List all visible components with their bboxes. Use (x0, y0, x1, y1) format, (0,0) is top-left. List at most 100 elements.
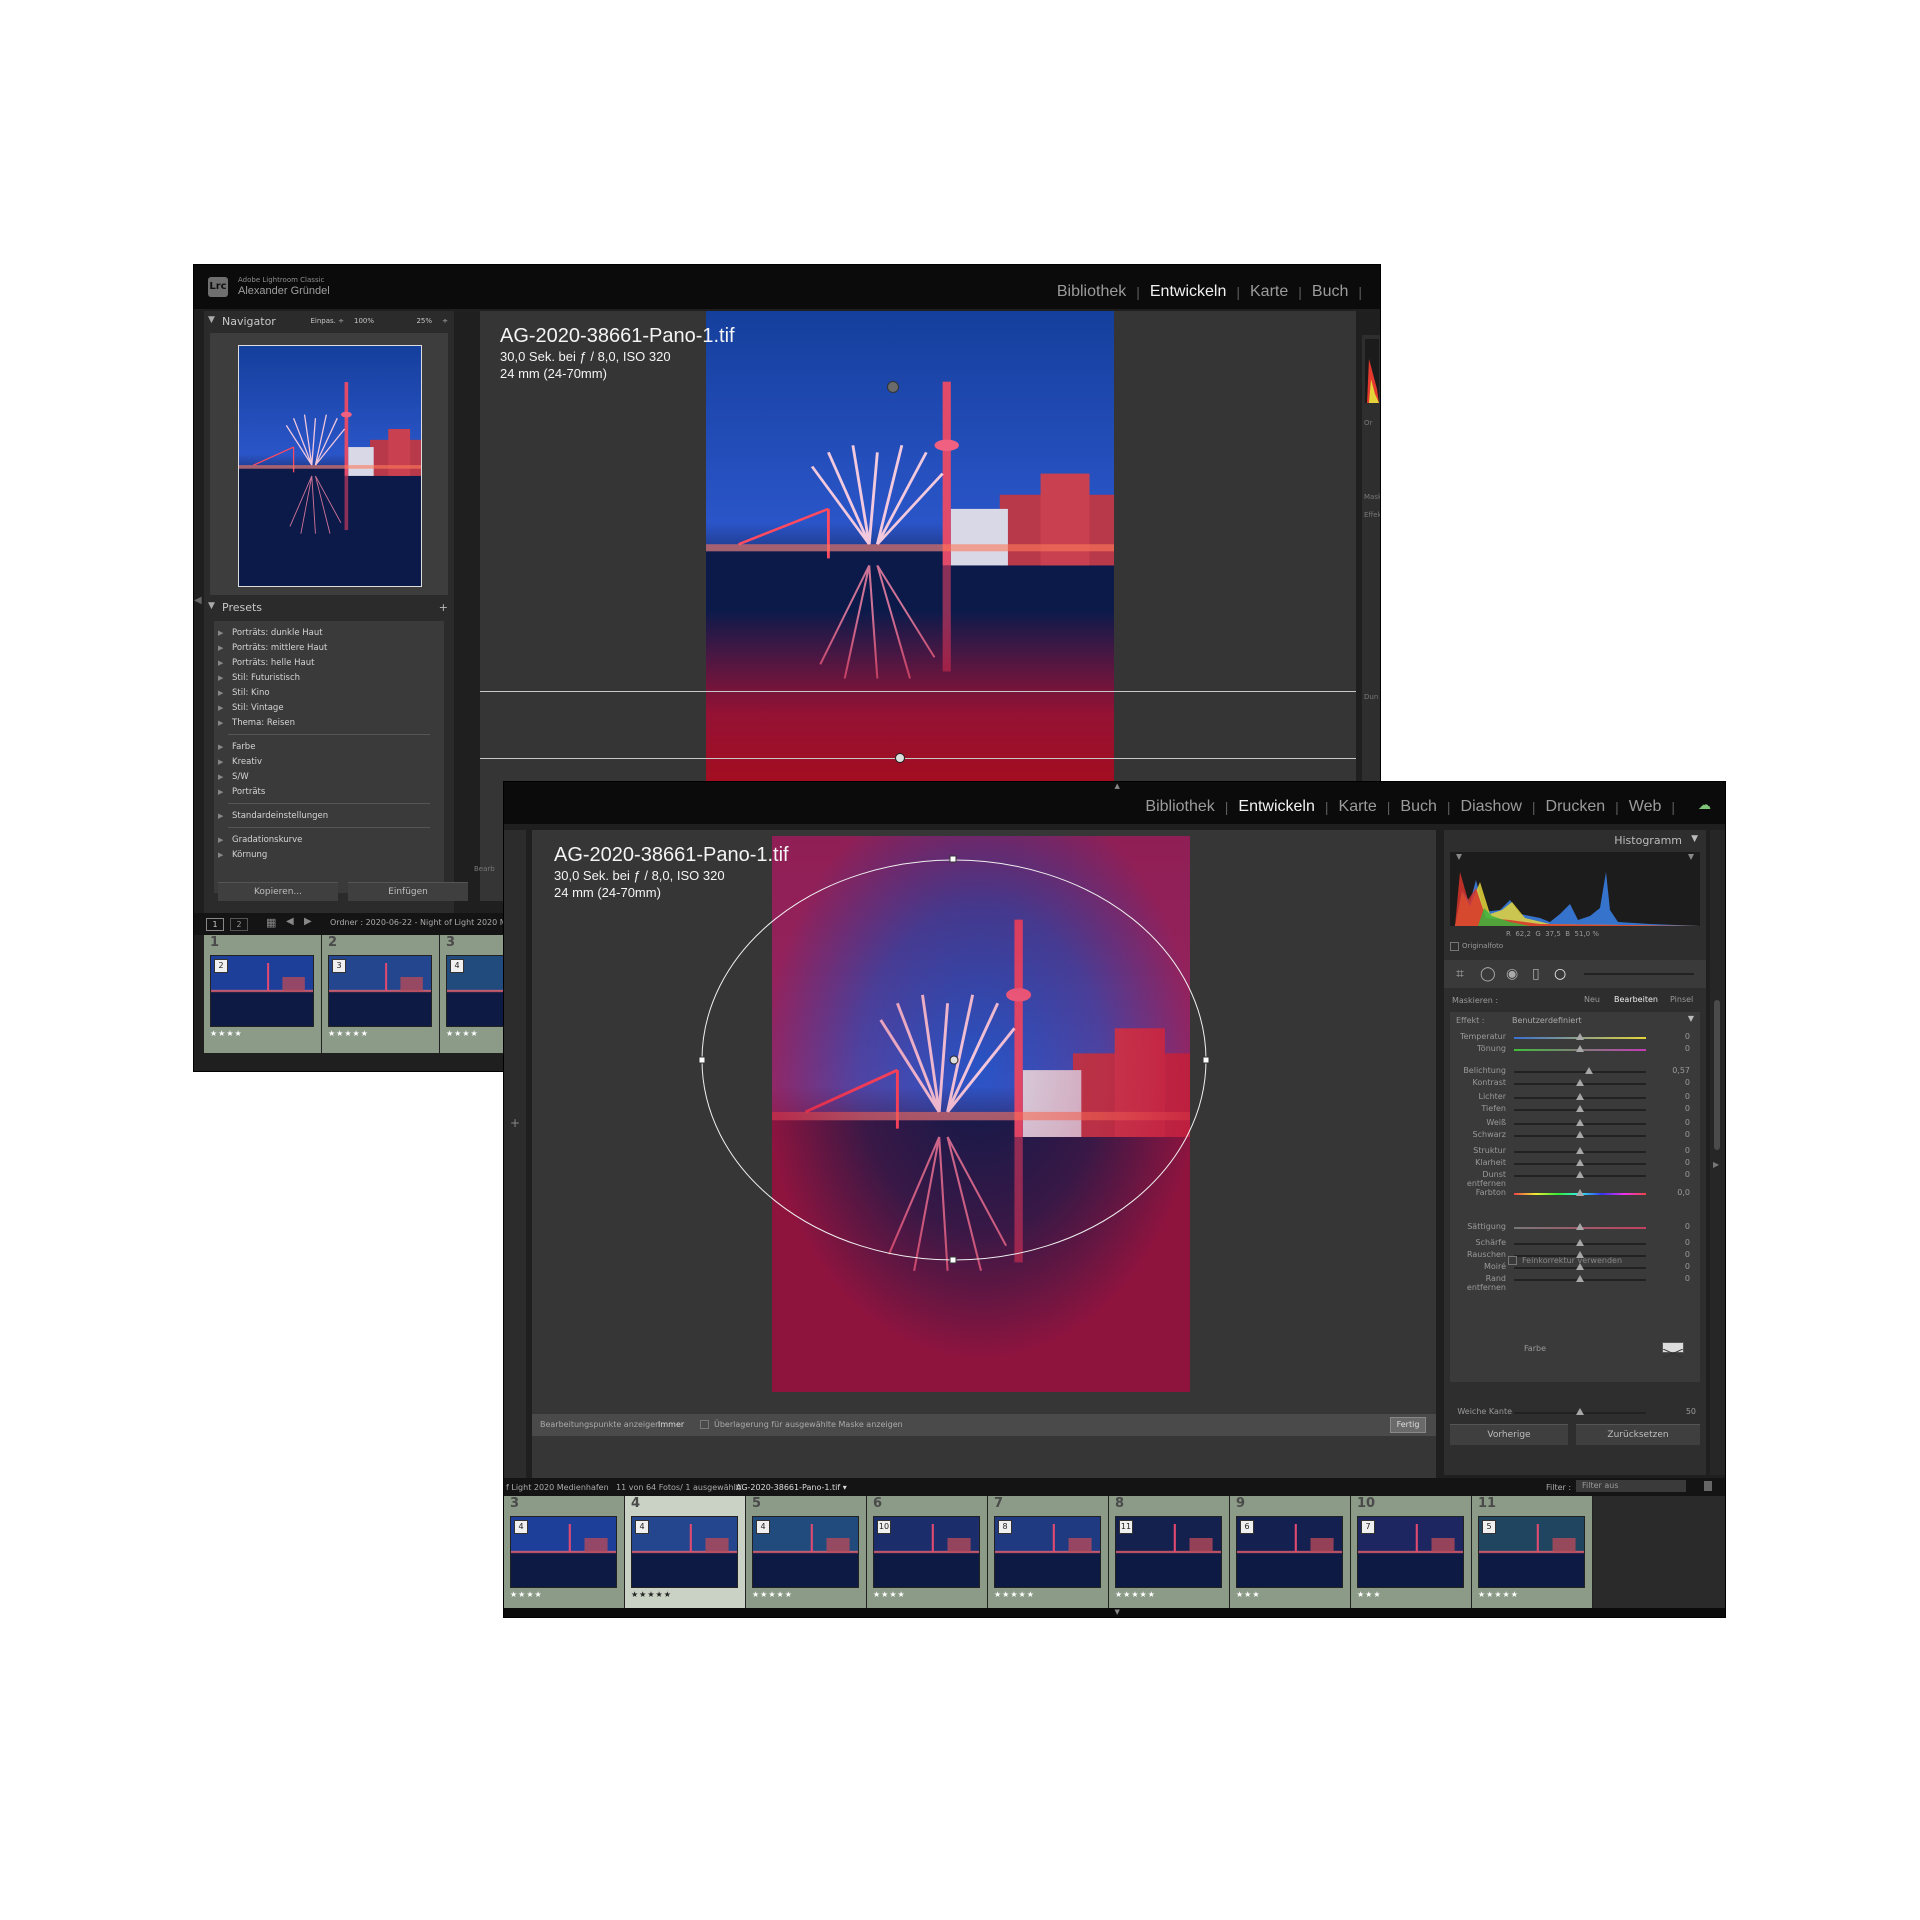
collapse-down-icon[interactable]: ▼ (1115, 1608, 1120, 1616)
color-swatch[interactable] (1662, 1342, 1684, 1359)
filter-handle[interactable] (887, 381, 899, 393)
original-checkbox[interactable] (1450, 942, 1459, 951)
star-rating[interactable]: ★★★★★ (631, 1590, 672, 1599)
fine-adjust-checkbox[interactable] (1508, 1256, 1517, 1265)
filmstrip-cell[interactable]: 10 7 ★★★ (1351, 1496, 1472, 1608)
slider-knob[interactable] (1576, 1189, 1584, 1196)
star-rating[interactable]: ★★★★★ (752, 1590, 793, 1599)
module-karte[interactable]: Karte (1339, 798, 1377, 816)
preset-folder[interactable]: ▶ Porträts: dunkle Haut (214, 625, 444, 640)
stack-badge[interactable]: 10 (877, 1520, 891, 1534)
folder-path[interactable]: Ordner : 2020-06-22 - Night of Light 202… (330, 918, 507, 927)
bottom-panel-toggle[interactable]: ▼ (504, 1608, 1725, 1617)
slider-value[interactable]: 0 (1665, 1274, 1690, 1283)
star-rating[interactable]: ★★★★ (873, 1590, 906, 1599)
slider-knob[interactable] (1576, 1093, 1584, 1100)
slider-value[interactable]: 0 (1665, 1238, 1690, 1247)
preset-folder[interactable]: ▶ Farbe (214, 739, 444, 754)
slider-track[interactable] (1514, 1071, 1646, 1073)
previous-button[interactable]: Vorherige (1450, 1424, 1568, 1445)
module-karte[interactable]: Karte (1250, 283, 1288, 301)
slider-value[interactable]: 0 (1665, 1104, 1690, 1113)
collapse-triangle-icon[interactable]: ▼ (1691, 834, 1698, 844)
preset-folder[interactable]: ▶ Stil: Vintage (214, 700, 444, 715)
stack-badge[interactable]: 8 (998, 1520, 1012, 1534)
filter-handle[interactable] (1202, 1056, 1210, 1064)
crop-icon[interactable]: ⌗ (1456, 966, 1464, 982)
module-web[interactable]: Web (1629, 798, 1662, 816)
filmstrip-cell[interactable]: 4 4 ★★★★★ (625, 1496, 746, 1608)
stack-badge[interactable]: 11 (1119, 1520, 1133, 1534)
slider-knob[interactable] (1585, 1067, 1594, 1074)
slider-knob[interactable] (1576, 1045, 1584, 1052)
collapse-up-icon[interactable]: ▲ (1115, 782, 1120, 790)
stack-badge[interactable]: 4 (756, 1520, 770, 1534)
graduated-filter-line[interactable] (480, 758, 1356, 759)
slider-knob[interactable] (1576, 1171, 1584, 1178)
left-panel-toggle-icon[interactable]: ◀ (194, 595, 202, 615)
star-rating[interactable]: ★★★ (1236, 1590, 1261, 1599)
main-photo[interactable] (706, 311, 1114, 781)
stack-badge[interactable]: 3 (332, 959, 346, 973)
filter-handle[interactable] (949, 1256, 957, 1264)
preset-folder[interactable]: ▶ Kreativ (214, 754, 444, 769)
done-button[interactable]: Fertig (1390, 1417, 1426, 1433)
grid-icon[interactable]: ▦ (266, 916, 276, 929)
slider-tönung[interactable]: Tönung 0 (1450, 1042, 1700, 1057)
slider-knob[interactable] (1576, 1131, 1584, 1138)
slider-knob[interactable] (1576, 1033, 1584, 1040)
slider-value[interactable]: 0 (1665, 1032, 1690, 1041)
zoom-100[interactable]: 100% (354, 317, 374, 325)
filmstrip-cell[interactable]: 6 10 ★★★★ (867, 1496, 988, 1608)
slider-value[interactable]: 0,0 (1665, 1188, 1690, 1197)
preset-folder[interactable]: ▶ Gradationskurve (214, 832, 444, 847)
effect-select[interactable]: Benutzerdefiniert (1512, 1016, 1582, 1025)
star-rating[interactable]: ★★★★★ (328, 1029, 369, 1038)
zoom-fit[interactable]: Einpas. ÷ (311, 317, 345, 325)
slider-value[interactable]: 0 (1665, 1170, 1690, 1179)
slider-value[interactable]: 0 (1665, 1262, 1690, 1271)
slider-knob[interactable] (1576, 1147, 1584, 1154)
slider-kontrast[interactable]: Kontrast 0 (1450, 1076, 1700, 1091)
filter-handle[interactable] (949, 855, 957, 863)
tool-amount-slider[interactable] (1584, 973, 1694, 975)
filmstrip-cell[interactable]: 1 2 ★★★★ (204, 935, 322, 1053)
right-panel-toggle-icon[interactable]: ▶ (1713, 1160, 1719, 1169)
copy-button[interactable]: Kopieren... (218, 882, 338, 901)
preset-folder[interactable]: ▶ Stil: Futuristisch (214, 670, 444, 685)
slider-knob[interactable] (1576, 1119, 1584, 1126)
star-rating[interactable]: ★★★★★ (1478, 1590, 1519, 1599)
slider-rand-entfernen[interactable]: Rand entfernen 0 (1450, 1272, 1700, 1292)
preset-folder[interactable]: ▶ Porträts (214, 784, 444, 799)
mask-tab-new[interactable]: Neu (1584, 995, 1600, 1004)
cloud-sync-icon[interactable]: ☁ (1698, 798, 1711, 813)
right-panel-scrollbar[interactable]: ▶ (1710, 830, 1725, 1475)
stack-badge[interactable]: 4 (450, 959, 464, 973)
filmstrip-cell[interactable]: 7 8 ★★★★★ (988, 1496, 1109, 1608)
slider-schwarz[interactable]: Schwarz 0 (1450, 1128, 1700, 1143)
add-preset-icon[interactable]: + (439, 601, 448, 614)
filmstrip-cell[interactable]: 8 11 ★★★★★ (1109, 1496, 1230, 1608)
secondary-view-1[interactable]: 1 (206, 918, 224, 931)
edit-points-select[interactable]: Immer (658, 1420, 684, 1429)
secondary-view-2[interactable]: 2 (230, 918, 248, 931)
zoom-25[interactable]: 25% (416, 317, 432, 325)
mask-tab-edit[interactable]: Bearbeiten (1614, 995, 1658, 1004)
filmstrip-cell[interactable]: 11 5 ★★★★★ (1472, 1496, 1593, 1608)
filter-lock-icon[interactable] (1704, 1481, 1712, 1491)
preset-folder[interactable]: ▶ Porträts: helle Haut (214, 655, 444, 670)
stack-badge[interactable]: 4 (635, 1520, 649, 1534)
forward-arrow-icon[interactable]: ▶ (304, 916, 312, 927)
slider-value[interactable]: 0 (1665, 1118, 1690, 1127)
filter-handle[interactable] (698, 1056, 706, 1064)
slider-value[interactable]: 0,57 (1665, 1066, 1690, 1075)
slider-knob[interactable] (1576, 1105, 1584, 1112)
stack-badge[interactable]: 5 (1482, 1520, 1496, 1534)
preset-folder[interactable]: ▶ S/W (214, 769, 444, 784)
module-diashow[interactable]: Diashow (1461, 798, 1522, 816)
effect-dropdown-icon[interactable]: ▼ (1688, 1014, 1694, 1023)
filmstrip-cell[interactable]: 9 6 ★★★ (1230, 1496, 1351, 1608)
stack-badge[interactable]: 2 (214, 959, 228, 973)
slider-knob[interactable] (1576, 1275, 1584, 1282)
filmstrip-cell[interactable]: 2 3 ★★★★★ (322, 935, 440, 1053)
